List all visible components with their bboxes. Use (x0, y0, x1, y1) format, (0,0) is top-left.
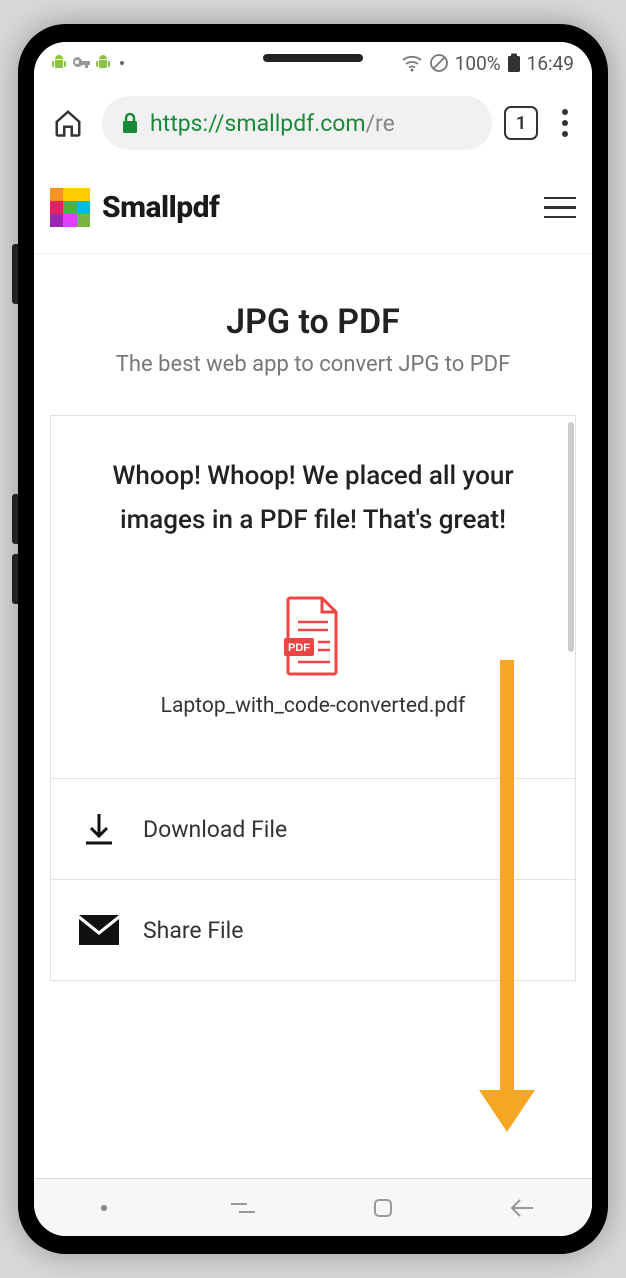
scroll-down-annotation (500, 660, 514, 1100)
home-icon (53, 108, 83, 138)
share-file-button[interactable]: Share File (51, 880, 575, 980)
page-subtitle: The best web app to convert JPG to PDF (44, 352, 582, 377)
clock-time: 16:49 (527, 52, 574, 75)
svg-text:PDF: PDF (288, 642, 310, 654)
no-data-icon (429, 53, 449, 73)
system-nav-bar (34, 1178, 592, 1236)
wifi-icon (401, 54, 423, 72)
pdf-file-icon: PDF (280, 596, 346, 676)
status-bar: 100% 16:49 (34, 42, 592, 84)
site-brand[interactable]: Smallpdf (50, 188, 219, 228)
browser-home-button[interactable] (46, 101, 90, 145)
page-scrollbar[interactable] (568, 422, 574, 652)
page-title: JPG to PDF (44, 302, 582, 342)
nav-recents-button[interactable] (213, 1188, 273, 1228)
tab-switcher-button[interactable]: 1 (504, 106, 538, 140)
tab-count: 1 (516, 113, 526, 134)
page-hero: JPG to PDF The best web app to convert J… (34, 254, 592, 405)
mail-icon (79, 910, 119, 950)
nav-recent-dot[interactable] (74, 1188, 134, 1228)
site-menu-button[interactable] (544, 197, 576, 219)
smallpdf-logo-icon (50, 188, 90, 228)
site-header: Smallpdf (34, 162, 592, 254)
download-file-button[interactable]: Download File (51, 779, 575, 880)
brand-name: Smallpdf (102, 190, 219, 225)
url-bar[interactable]: https://smallpdf.com/re (102, 96, 492, 150)
browser-toolbar: https://smallpdf.com/re 1 (34, 84, 592, 162)
output-file-block[interactable]: PDF Laptop_with_code-converted.pdf (51, 560, 575, 779)
download-label: Download File (143, 816, 287, 843)
lock-icon (120, 111, 140, 135)
nav-home-button[interactable] (353, 1188, 413, 1228)
battery-pct: 100% (455, 52, 501, 75)
url-text: https://smallpdf.com/re (150, 110, 395, 137)
browser-menu-button[interactable] (550, 109, 580, 137)
download-icon (79, 809, 119, 849)
vpn-key-icon (72, 57, 90, 69)
android-icon (96, 55, 110, 71)
android-icon (52, 55, 66, 71)
success-message: Whoop! Whoop! We placed all your images … (83, 454, 543, 542)
nav-back-button[interactable] (492, 1188, 552, 1228)
share-label: Share File (143, 917, 243, 944)
battery-icon (507, 53, 521, 73)
output-file-name: Laptop_with_code-converted.pdf (71, 694, 555, 718)
result-card: Whoop! Whoop! We placed all your images … (50, 415, 576, 981)
